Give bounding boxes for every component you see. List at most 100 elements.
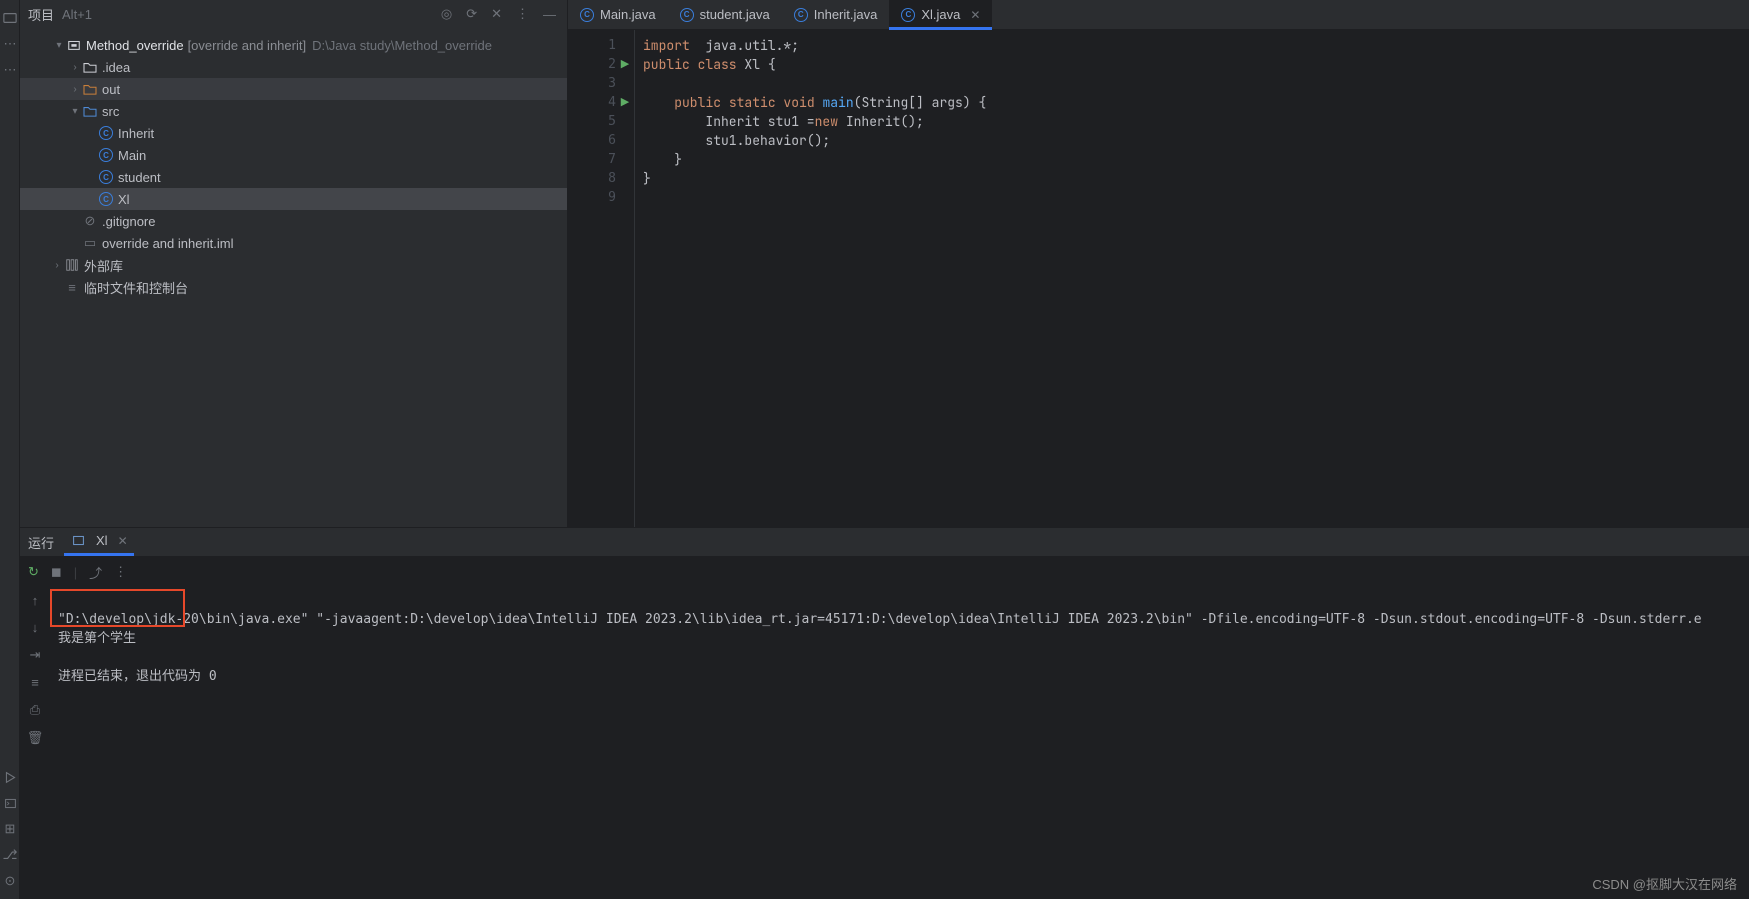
library-icon: [64, 257, 80, 273]
code-editor[interactable]: import java.util.*; public class Xl { pu…: [634, 30, 1749, 527]
tree-gitignore[interactable]: ⊘ .gitignore: [20, 210, 567, 232]
tree-root-name: Method_override: [86, 38, 184, 53]
chevron-down-icon[interactable]: ▾: [52, 40, 66, 51]
project-title: 项目: [28, 5, 54, 24]
close-icon[interactable]: ✕: [970, 8, 980, 22]
stop-icon[interactable]: ◼: [51, 564, 62, 580]
tree-external-libs[interactable]: › 外部库: [20, 254, 567, 276]
tree-label: src: [102, 104, 119, 119]
tab-xl[interactable]: C Xl.java ✕: [889, 0, 992, 29]
tree-label: Xl: [118, 192, 130, 207]
tree-label: Inherit: [118, 126, 154, 141]
run-config-icon: [70, 533, 86, 549]
chevron-right-icon[interactable]: ›: [68, 84, 82, 95]
project-tree[interactable]: ▾ Method_override [override and inherit]…: [20, 28, 567, 527]
down-arrow-icon[interactable]: ↓: [32, 620, 39, 635]
run-label: 运行: [28, 533, 54, 552]
tree-class-main[interactable]: C Main: [20, 144, 567, 166]
tree-root[interactable]: ▾ Method_override [override and inherit]…: [20, 34, 567, 56]
chevron-down-icon[interactable]: ▾: [68, 106, 82, 117]
project-panel-header: 项目 Alt+1 ◎ ⟳ ✕ ⋮ —: [20, 0, 567, 28]
console-stdout: 我是第个学生: [58, 631, 136, 646]
tab-main[interactable]: C Main.java: [568, 0, 668, 29]
tab-label: Inherit.java: [814, 7, 878, 22]
run-gutter-icon[interactable]: ▶: [616, 55, 634, 74]
editor-area: C Main.java C student.java C Inherit.jav…: [568, 0, 1749, 527]
class-icon: C: [901, 8, 915, 22]
class-icon: C: [680, 8, 694, 22]
class-icon: C: [580, 8, 594, 22]
ab-more-icon[interactable]: ⋯: [0, 57, 20, 83]
more-icon[interactable]: ⋮: [114, 564, 127, 580]
console-exit: 进程已结束，退出代码为 0: [58, 669, 217, 684]
soft-wrap-icon[interactable]: ⇥: [30, 647, 41, 663]
ab-terminal-icon[interactable]: [0, 790, 20, 816]
tree-label: .idea: [102, 60, 130, 75]
run-panel-header: 运行 Xl ✕: [20, 527, 1749, 557]
ab-problems-icon[interactable]: ⊞: [0, 816, 20, 842]
run-gutter-icon[interactable]: ▶: [616, 93, 634, 112]
close-icon[interactable]: ✕: [118, 534, 128, 548]
tab-inherit[interactable]: C Inherit.java: [782, 0, 890, 29]
trash-icon[interactable]: 🗑: [27, 730, 44, 746]
panel-menu-icon[interactable]: ⋮: [513, 6, 532, 22]
up-arrow-icon[interactable]: ↑: [32, 593, 39, 608]
ab-settings-icon[interactable]: ⊙: [0, 868, 20, 894]
folder-icon: [82, 59, 98, 75]
tree-iml[interactable]: ▭ override and inherit.iml: [20, 232, 567, 254]
rerun-icon[interactable]: ↻: [28, 564, 39, 580]
expand-icon[interactable]: ⟳: [463, 6, 480, 22]
tree-out-folder[interactable]: › out: [20, 78, 567, 100]
ab-run-icon[interactable]: [0, 764, 20, 790]
tree-src-folder[interactable]: ▾ src: [20, 100, 567, 122]
ab-structure-icon[interactable]: ⋯: [0, 31, 20, 57]
tree-label: 外部库: [84, 256, 123, 275]
class-icon: C: [98, 125, 114, 141]
tree-class-inherit[interactable]: C Inherit: [20, 122, 567, 144]
tab-student[interactable]: C student.java: [668, 0, 782, 29]
tree-label: out: [102, 82, 120, 97]
tree-label: student: [118, 170, 161, 185]
folder-icon: [82, 81, 98, 97]
class-icon: C: [794, 8, 808, 22]
editor-body[interactable]: 123456789 ▶ ▶ import java.util.*; public…: [568, 30, 1749, 527]
tab-label: student.java: [700, 7, 770, 22]
module-icon: [66, 37, 82, 53]
ab-project-icon[interactable]: [0, 5, 20, 31]
tree-label: 临时文件和控制台: [84, 278, 188, 297]
locate-icon[interactable]: ◎: [438, 6, 455, 22]
line-gutter: 123456789: [568, 30, 616, 527]
source-folder-icon: [82, 103, 98, 119]
tree-scratches[interactable]: ≡ 临时文件和控制台: [20, 276, 567, 298]
tree-label: Main: [118, 148, 146, 163]
chevron-right-icon[interactable]: ›: [50, 260, 64, 271]
console-cmd: "D:\develop\jdk-20\bin\java.exe" "-javaa…: [58, 612, 1702, 627]
ab-git-icon[interactable]: ⎇: [0, 842, 20, 868]
gutter-markers: ▶ ▶: [616, 30, 634, 527]
run-tab-label: Xl: [96, 533, 108, 548]
run-toolbar: ↻ ◼ | ⤴ ⋮: [20, 557, 1749, 587]
ignore-file-icon: ⊘: [82, 213, 98, 229]
print-icon[interactable]: ⎙: [30, 702, 40, 718]
class-icon: C: [98, 147, 114, 163]
tree-idea-folder[interactable]: › .idea: [20, 56, 567, 78]
collapse-icon[interactable]: ✕: [488, 6, 505, 22]
run-panel: 运行 Xl ✕ ↻ ◼ | ⤴ ⋮ ↑ ↓ ⇥ ≡ ⎙ 🗑 "D:\develo…: [20, 527, 1749, 899]
console-output[interactable]: "D:\develop\jdk-20\bin\java.exe" "-javaa…: [50, 587, 1749, 899]
scratch-icon: ≡: [64, 279, 80, 295]
iml-file-icon: ▭: [82, 235, 98, 251]
tree-root-path: D:\Java study\Method_override: [312, 38, 492, 53]
tab-label: Xl.java: [921, 7, 960, 22]
hide-panel-icon[interactable]: —: [540, 7, 559, 22]
scroll-end-icon[interactable]: ≡: [31, 675, 39, 690]
run-tab-xl[interactable]: Xl ✕: [64, 528, 134, 556]
chevron-right-icon[interactable]: ›: [68, 62, 82, 73]
editor-tabs: C Main.java C student.java C Inherit.jav…: [568, 0, 1749, 30]
step-icon[interactable]: ⤴: [89, 563, 102, 582]
tree-class-xl[interactable]: C Xl: [20, 188, 567, 210]
tree-root-sub: [override and inherit]: [188, 38, 307, 53]
project-panel: 项目 Alt+1 ◎ ⟳ ✕ ⋮ — ▾ Method_override [ov…: [20, 0, 568, 527]
class-icon: C: [98, 191, 114, 207]
tree-class-student[interactable]: C student: [20, 166, 567, 188]
project-shortcut: Alt+1: [62, 7, 92, 22]
